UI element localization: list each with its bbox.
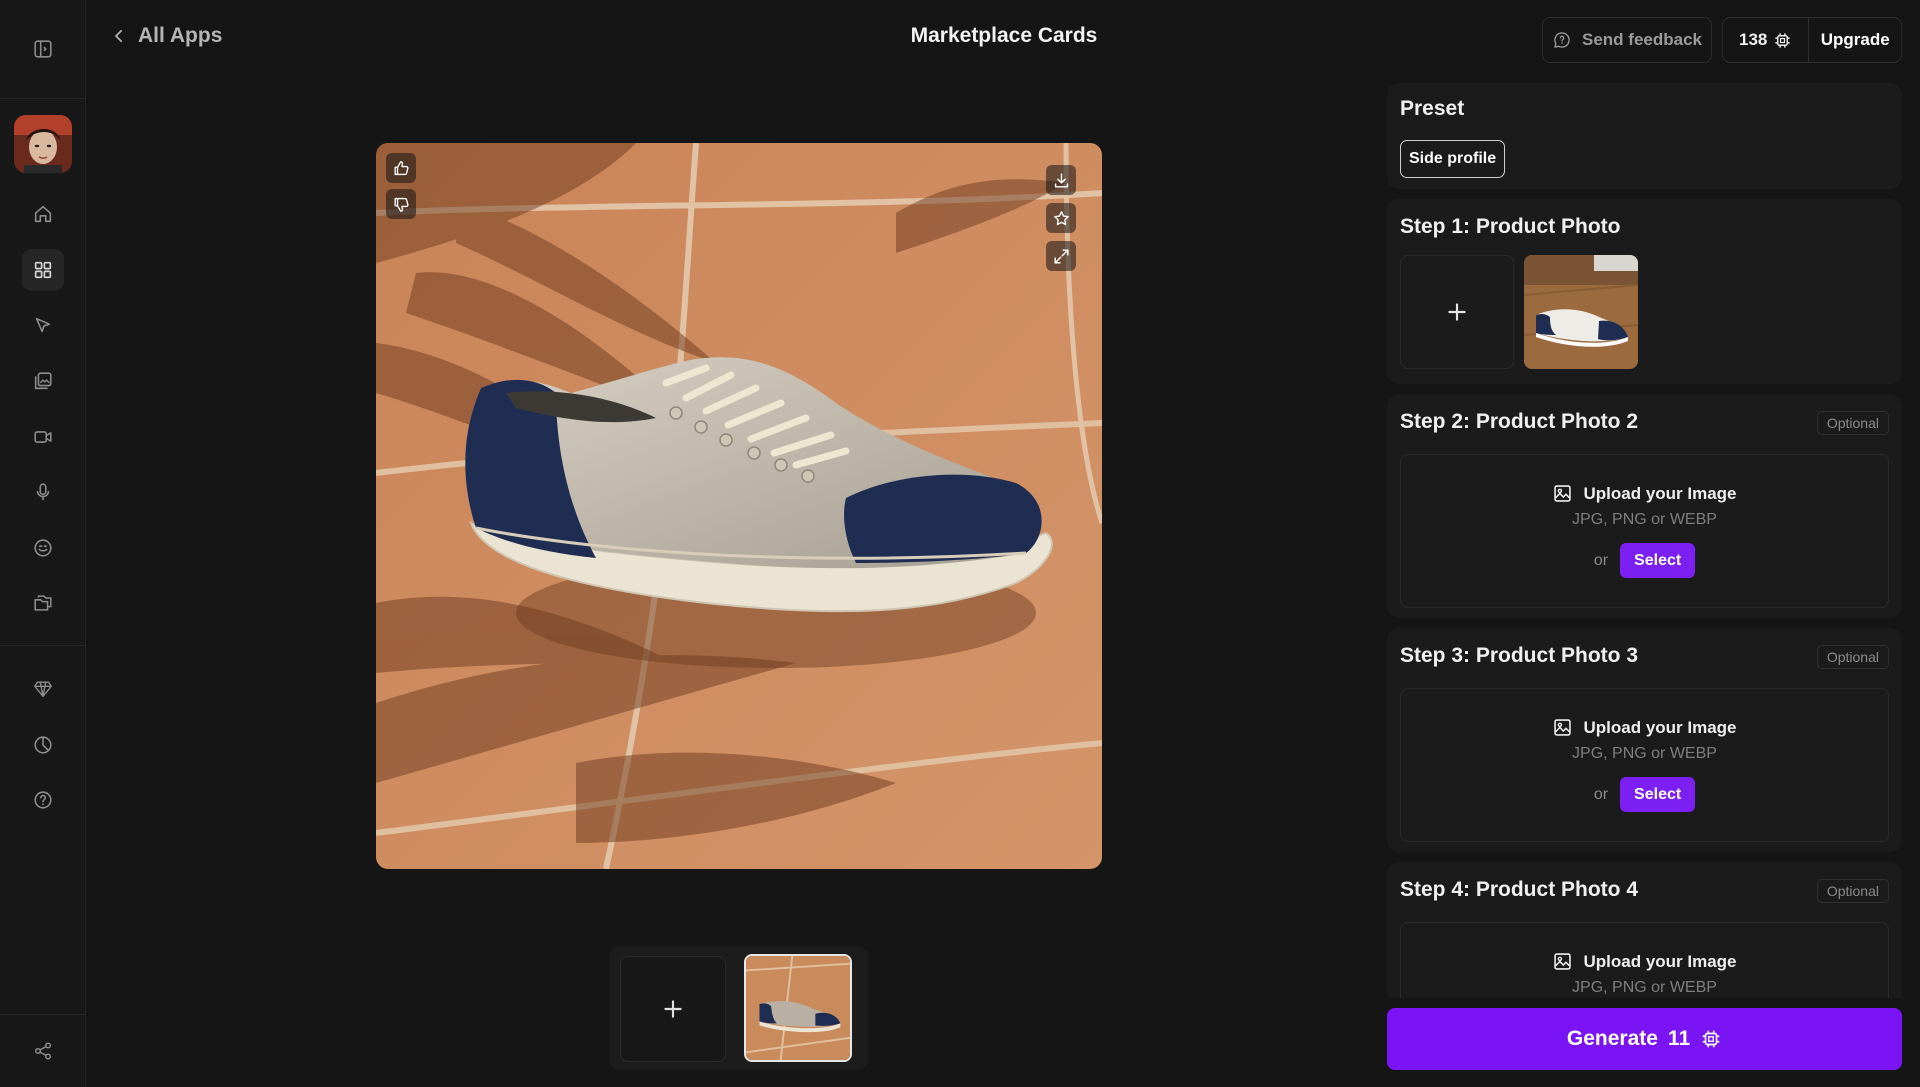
help-icon[interactable] [22,779,64,821]
optional-badge: Optional [1816,645,1889,669]
video-icon[interactable] [22,416,64,458]
face-icon[interactable] [22,527,64,569]
step-2-title: Step 2: Product Photo 2 [1400,410,1639,433]
sidebar-divider [0,645,86,646]
cursor-icon[interactable] [22,305,64,347]
image-icon [1552,483,1573,504]
upload-or: or [1593,551,1609,569]
preset-title: Preset [1400,97,1465,120]
step-3-dropzone[interactable]: Upload your Image JPG, PNG or WEBP or Se… [1400,688,1889,842]
diamond-icon[interactable] [22,668,64,710]
image-icon [1552,717,1573,738]
plus-icon [660,996,686,1022]
upload-title-label: Upload your Image [1583,951,1737,971]
avatar[interactable] [14,115,72,173]
upgrade-button[interactable]: Upgrade [1809,30,1901,50]
upload-title-label: Upload your Image [1583,717,1737,737]
expand-icon[interactable] [1046,241,1076,271]
upload-title: Upload your Image [1401,951,1888,972]
step-4-dropzone[interactable]: Upload your Image JPG, PNG or WEBP [1400,922,1889,998]
credits-count: 138 [1723,18,1810,62]
share-icon[interactable] [22,1030,64,1072]
thumbs-up-icon[interactable] [386,153,416,183]
add-generation-button[interactable] [620,956,726,1062]
credits-value: 138 [1739,30,1768,49]
upload-actions: or Select [1401,543,1888,578]
folder-icon[interactable] [22,582,64,624]
microphone-icon[interactable] [22,471,64,513]
upload-formats: JPG, PNG or WEBP [1572,511,1717,528]
step-1-add-button[interactable] [1400,255,1514,369]
credits-box: 138 Upgrade [1722,17,1902,63]
upload-formats: JPG, PNG or WEBP [1572,745,1717,762]
upload-formats: JPG, PNG or WEBP [1572,979,1717,996]
step-2-select-button[interactable]: Select [1620,543,1696,578]
home-icon[interactable] [22,193,64,235]
generated-image [376,143,1102,869]
preset-chip-side-profile[interactable]: Side profile [1400,140,1506,178]
apps-grid-icon[interactable] [22,249,64,291]
plus-icon [1444,299,1470,325]
thumbs-down-icon[interactable] [386,189,416,219]
preset-panel: Preset Side profile [1387,83,1902,189]
upload-or: or [1593,785,1609,803]
sidebar-divider [0,98,86,99]
generate-button[interactable]: Generate 11 [1387,1008,1902,1070]
optional-badge: Optional [1816,879,1889,903]
credit-chip-icon [1700,1028,1722,1050]
send-feedback-button[interactable]: Send feedback [1542,17,1712,63]
sidebar-divider [0,1014,86,1015]
generate-cost: 11 [1667,1027,1691,1050]
sidebar [0,0,86,1087]
credit-chip-icon [1773,31,1792,50]
step-2-dropzone[interactable]: Upload your Image JPG, PNG or WEBP or Se… [1400,454,1889,608]
history-strip [610,946,868,1070]
image-edit-icon[interactable] [22,360,64,402]
image-icon [1552,951,1573,972]
step-4-title: Step 4: Product Photo 4 [1400,878,1639,901]
step-1-title: Step 1: Product Photo [1400,215,1621,238]
step-3-select-button[interactable]: Select [1620,777,1696,812]
step-3-panel: Step 3: Product Photo 3 Optional Upload … [1387,628,1902,852]
upload-title-label: Upload your Image [1583,483,1737,503]
step-1-panel: Step 1: Product Photo [1387,199,1902,384]
star-icon[interactable] [1046,203,1076,233]
generate-label: Generate [1566,1027,1658,1050]
step-3-title: Step 3: Product Photo 3 [1400,644,1639,667]
history-thumbnail[interactable] [744,954,852,1062]
step-2-panel: Step 2: Product Photo 2 Optional Upload … [1387,394,1902,618]
send-feedback-label: Send feedback [1582,30,1702,49]
download-icon[interactable] [1046,165,1076,195]
feedback-icon [1554,32,1570,48]
chart-pie-icon[interactable] [22,724,64,766]
optional-badge: Optional [1816,411,1889,435]
step-1-uploaded-thumbnail[interactable] [1524,255,1638,369]
upload-title: Upload your Image [1401,483,1888,504]
upload-actions: or Select [1401,777,1888,812]
upload-title: Upload your Image [1401,717,1888,738]
step-4-panel: Step 4: Product Photo 4 Optional Upload … [1387,862,1902,998]
